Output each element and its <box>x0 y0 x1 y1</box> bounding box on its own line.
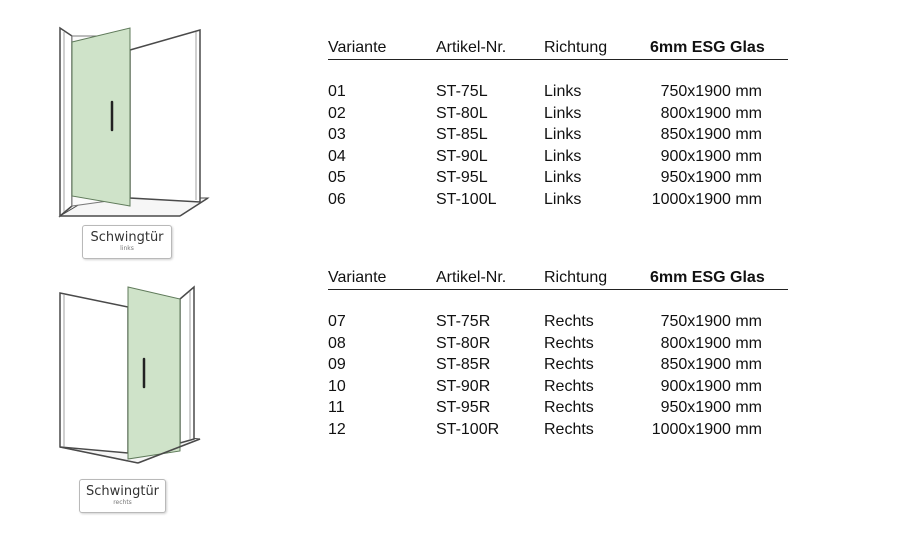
cell-glas: 850x1900 mm <box>660 356 762 374</box>
header-glas: 6mm ESG Glas <box>650 39 765 56</box>
cell-variante: 07 <box>328 313 346 330</box>
cell-artikel-nr: ST-75L <box>436 83 488 100</box>
cell-variante: 03 <box>328 126 346 144</box>
cell-glas: 950x1900 mm <box>660 399 762 417</box>
table-row: 07 ST-75R Rechts 750x1900 mm <box>328 313 788 335</box>
cell-glas: 800x1900 mm <box>660 104 762 122</box>
cell-artikel-nr: ST-80L <box>436 104 488 122</box>
cell-variante: 11 <box>328 399 345 417</box>
cell-artikel-nr: ST-85R <box>436 356 491 374</box>
cell-richtung: Rechts <box>544 356 594 374</box>
cell-glas: 1000x1900 mm <box>651 420 762 438</box>
caption-title: Schwingtür <box>85 484 160 499</box>
table-header: Variante Artikel-Nr. Richtung 6mm ESG Gl… <box>328 39 788 60</box>
header-richtung: Richtung <box>544 39 608 56</box>
cell-richtung: Links <box>544 190 582 208</box>
cell-glas: 750x1900 mm <box>660 313 762 330</box>
table-row: 09 ST-85R Rechts 850x1900 mm <box>328 356 788 378</box>
caption-schwingtuer-links: Schwingtür links <box>82 225 172 259</box>
cell-variante: 12 <box>328 420 346 438</box>
table-row: 05 ST-95L Links 950x1900 mm <box>328 169 788 191</box>
cell-variante: 10 <box>328 377 346 395</box>
caption-subtitle: rechts <box>113 499 132 506</box>
caption-subtitle: links <box>120 245 134 252</box>
cell-artikel-nr: ST-90L <box>436 147 488 165</box>
cell-artikel-nr: ST-95L <box>436 169 488 187</box>
cell-richtung: Rechts <box>544 377 594 395</box>
table-body: 01 ST-75L Links 750x1900 mm 02 ST-80L Li… <box>328 83 788 213</box>
cell-glas: 750x1900 mm <box>660 83 762 100</box>
cell-richtung: Links <box>544 104 582 122</box>
header-glas: 6mm ESG Glas <box>650 269 765 286</box>
caption-schwingtuer-rechts: Schwingtür rechts <box>79 479 166 513</box>
cell-richtung: Rechts <box>544 313 594 330</box>
table-row: 10 ST-90R Rechts 900x1900 mm <box>328 378 788 400</box>
cell-artikel-nr: ST-90R <box>436 377 491 395</box>
cell-richtung: Links <box>544 83 582 100</box>
header-artikel-nr: Artikel-Nr. <box>436 39 507 56</box>
cell-richtung: Rechts <box>544 399 594 417</box>
header-richtung: Richtung <box>544 269 608 286</box>
table-row: 02 ST-80L Links 800x1900 mm <box>328 105 788 127</box>
cell-glas: 900x1900 mm <box>660 147 762 165</box>
cell-variante: 09 <box>328 356 346 374</box>
cell-variante: 02 <box>328 104 346 122</box>
table-row: 03 ST-85L Links 850x1900 mm <box>328 126 788 148</box>
table-row: 01 ST-75L Links 750x1900 mm <box>328 83 788 105</box>
header-variante: Variante <box>328 39 387 56</box>
shower-door-rechts-drawing <box>59 285 201 464</box>
cell-richtung: Links <box>544 126 582 144</box>
cell-variante: 05 <box>328 169 346 187</box>
cell-variante: 08 <box>328 334 346 352</box>
cell-artikel-nr: ST-95R <box>436 399 491 417</box>
cell-artikel-nr: ST-100L <box>436 190 497 208</box>
table-row: 12 ST-100R Rechts 1000x1900 mm <box>328 421 788 443</box>
spec-table-rechts: Variante Artikel-Nr. Richtung 6mm ESG Gl… <box>328 269 788 443</box>
cell-glas: 850x1900 mm <box>660 126 762 144</box>
table-row: 11 ST-95R Rechts 950x1900 mm <box>328 399 788 421</box>
caption-title: Schwingtür <box>90 230 164 245</box>
shower-door-right-illustration <box>50 283 210 473</box>
cell-variante: 04 <box>328 147 346 165</box>
table-header: Variante Artikel-Nr. Richtung 6mm ESG Gl… <box>328 269 788 290</box>
cell-variante: 06 <box>328 190 346 208</box>
cell-glas: 950x1900 mm <box>660 169 762 187</box>
cell-richtung: Links <box>544 147 582 165</box>
table-row: 06 ST-100L Links 1000x1900 mm <box>328 191 788 213</box>
cell-richtung: Links <box>544 169 582 187</box>
shower-door-links-drawing <box>58 26 210 218</box>
table-row: 04 ST-90L Links 900x1900 mm <box>328 148 788 170</box>
cell-variante: 01 <box>328 83 346 100</box>
cell-artikel-nr: ST-80R <box>436 334 491 352</box>
spec-table-links: Variante Artikel-Nr. Richtung 6mm ESG Gl… <box>328 39 788 213</box>
header-artikel-nr: Artikel-Nr. <box>436 269 507 286</box>
cell-artikel-nr: ST-100R <box>436 420 500 438</box>
cell-artikel-nr: ST-75R <box>436 313 491 330</box>
cell-artikel-nr: ST-85L <box>436 126 488 144</box>
header-variante: Variante <box>328 269 387 286</box>
table-row: 08 ST-80R Rechts 800x1900 mm <box>328 335 788 357</box>
table-body: 07 ST-75R Rechts 750x1900 mm 08 ST-80R R… <box>328 313 788 443</box>
cell-richtung: Rechts <box>544 334 594 352</box>
cell-glas: 800x1900 mm <box>660 334 762 352</box>
shower-door-left-illustration <box>50 20 210 220</box>
cell-glas: 900x1900 mm <box>660 377 762 395</box>
cell-glas: 1000x1900 mm <box>651 190 762 208</box>
cell-richtung: Rechts <box>544 420 594 438</box>
